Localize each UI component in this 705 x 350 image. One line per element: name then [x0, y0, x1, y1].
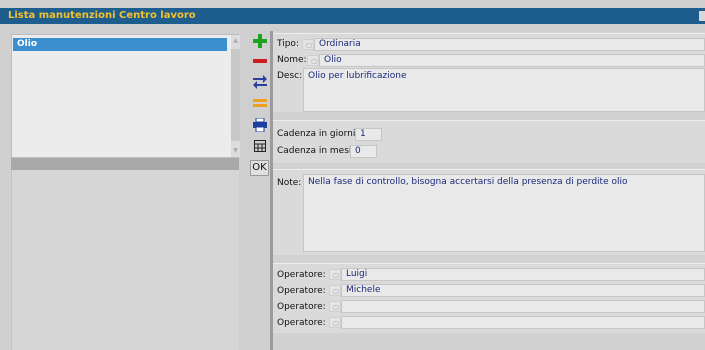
details-panel: Tipo: Ordinaria Nome: Olio Desc: Olio pe…	[273, 31, 705, 350]
equals-button[interactable]	[251, 94, 269, 112]
operatore-lookup-icon[interactable]	[329, 317, 341, 328]
operatore-label: Operatore:	[277, 318, 326, 328]
desc-field[interactable]: Olio per lubrificazione	[303, 68, 705, 112]
ok-button[interactable]: OK	[250, 160, 269, 176]
table-button[interactable]	[251, 137, 269, 155]
plus-icon	[253, 34, 267, 48]
operatore-field[interactable]	[341, 316, 705, 329]
swap-button[interactable]	[251, 73, 269, 91]
scroll-down-icon[interactable]: ▼	[231, 145, 240, 157]
operatore-label: Operatore:	[277, 286, 326, 296]
note-field[interactable]: Nella fase di controllo, bisogna accerta…	[303, 174, 705, 252]
list-scrollbar[interactable]: ▲ ▼	[231, 35, 240, 157]
operatore-lookup-icon[interactable]	[329, 285, 341, 296]
tipo-label: Tipo:	[277, 39, 299, 49]
operatori-section: Operatore: Luigi Operatore: Michele Oper…	[273, 263, 705, 333]
list-item[interactable]: Olio	[13, 38, 227, 51]
printer-icon	[253, 118, 267, 132]
cadenza-giorni-label: Cadenza in giorni:	[277, 129, 359, 139]
cadenza-mesi-label: Cadenza in mesi:	[277, 146, 355, 156]
window-title: Lista manutenzioni Centro lavoro	[8, 10, 196, 21]
equals-icon	[253, 99, 267, 107]
scroll-thumb[interactable]	[231, 49, 240, 141]
operatore-label: Operatore:	[277, 302, 326, 312]
cadenza-giorni-field[interactable]: 1	[355, 128, 382, 141]
cadenza-section: Cadenza in giorni: 1 Cadenza in mesi: 0	[273, 120, 705, 163]
maintenance-list-panel: Olio ▲ ▼	[8, 31, 248, 350]
delete-button[interactable]	[251, 52, 269, 70]
operatore-lookup-icon[interactable]	[329, 269, 341, 280]
nome-field[interactable]: Olio	[319, 54, 705, 67]
table-icon	[254, 140, 266, 152]
list-footer	[11, 158, 239, 170]
tipo-lookup-icon[interactable]	[302, 39, 314, 50]
note-section: Note: Nella fase di controllo, bisogna a…	[273, 169, 705, 255]
list-empty-area	[11, 170, 239, 350]
operatore-field[interactable]: Luigi	[341, 268, 705, 281]
scroll-up-icon[interactable]: ▲	[231, 35, 240, 47]
operatore-field[interactable]: Michele	[341, 284, 705, 297]
operatore-label: Operatore:	[277, 270, 326, 280]
operatore-field[interactable]	[341, 300, 705, 313]
vertical-toolbar	[250, 31, 270, 181]
minus-icon	[253, 59, 267, 63]
nome-lookup-icon[interactable]	[307, 55, 319, 66]
tipo-field[interactable]: Ordinaria	[314, 38, 705, 51]
swap-arrows-icon	[253, 75, 267, 89]
nome-label: Nome:	[277, 55, 307, 65]
general-section: Tipo: Ordinaria Nome: Olio Desc: Olio pe…	[273, 33, 705, 112]
maintenance-list: Olio ▲ ▼	[11, 34, 240, 158]
operatore-lookup-icon[interactable]	[329, 301, 341, 312]
window-titlebar: Lista manutenzioni Centro lavoro	[0, 8, 705, 24]
desc-label: Desc:	[277, 71, 303, 81]
note-label: Note:	[277, 178, 302, 188]
cadenza-mesi-field[interactable]: 0	[350, 145, 377, 158]
print-button[interactable]	[251, 116, 269, 134]
add-button[interactable]	[251, 32, 269, 50]
window-close-icon[interactable]	[699, 11, 705, 21]
